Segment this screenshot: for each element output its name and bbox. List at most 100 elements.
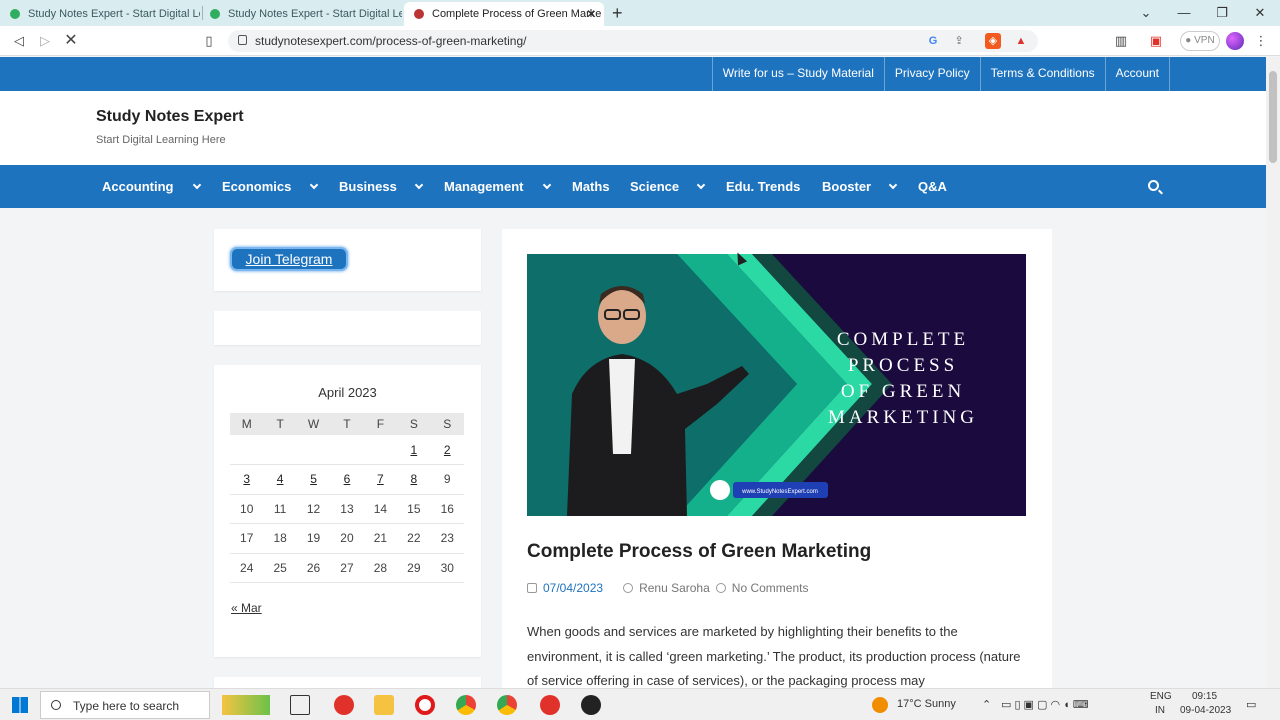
nav-science[interactable]: Science — [630, 165, 679, 208]
brave-browser-icon[interactable] — [334, 695, 354, 715]
address-bar[interactable]: studynotesexpert.com/process-of-green-ma… — [228, 30, 1038, 52]
chrome-icon[interactable] — [497, 695, 517, 715]
task-view-icon[interactable] — [290, 695, 310, 715]
calendar-day: 13 — [330, 494, 364, 524]
brave-browser-icon[interactable] — [540, 695, 560, 715]
calendar-day-link[interactable]: 7 — [363, 464, 398, 495]
calendar-day-link[interactable]: 1 — [397, 435, 431, 465]
clock-time[interactable]: 09:15 — [1192, 691, 1217, 702]
notifications-icon[interactable]: ▭ — [1246, 698, 1256, 711]
chevron-down-icon[interactable] — [542, 180, 552, 190]
stop-loading-icon[interactable]: ✕ — [60, 30, 82, 52]
calendar-day-link[interactable]: 3 — [230, 464, 264, 495]
nav-economics[interactable]: Economics — [222, 165, 291, 208]
post-title[interactable]: Complete Process of Green Marketing — [527, 541, 871, 563]
chevron-down-icon[interactable] — [696, 180, 706, 190]
maximize-icon[interactable]: ❐ — [1202, 0, 1242, 26]
page-scrollbar[interactable] — [1266, 57, 1280, 688]
calendar-day-link[interactable]: 2 — [430, 435, 464, 465]
site-favicon-icon — [10, 9, 20, 19]
chrome-icon[interactable] — [456, 695, 476, 715]
nav-management[interactable]: Management — [444, 165, 523, 208]
brave-shield-icon[interactable]: ◈ — [985, 33, 1001, 49]
profile-avatar[interactable] — [1226, 32, 1244, 50]
featured-image[interactable]: www.StudyNotesExpert.com COMPLETE PROCES… — [527, 254, 1026, 516]
recorder-icon[interactable] — [581, 695, 601, 715]
nav-booster[interactable]: Booster — [822, 165, 871, 208]
chevron-up-icon[interactable]: ⌃ — [982, 698, 991, 711]
top-bar: Write for us – Study Material Privacy Po… — [0, 57, 1266, 91]
join-telegram-button[interactable]: Join Telegram — [230, 247, 348, 271]
calendar-day: 11 — [263, 494, 297, 524]
wallet-icon[interactable]: ▣ — [1145, 30, 1167, 52]
vpn-label: VPN — [1194, 35, 1215, 46]
windows-start-icon[interactable] — [12, 697, 28, 713]
close-tab-icon[interactable]: ✕ — [586, 7, 596, 21]
comments-icon — [715, 583, 726, 593]
taskbar-search-box[interactable]: Type here to search — [40, 691, 210, 719]
top-link-privacy-policy[interactable]: Privacy Policy — [883, 57, 980, 91]
nav-business[interactable]: Business — [339, 165, 397, 208]
author-icon — [623, 583, 634, 593]
nav-maths[interactable]: Maths — [572, 165, 610, 208]
tab-search-icon[interactable]: ⌄ — [1126, 0, 1166, 26]
site-title[interactable]: Study Notes Expert — [96, 108, 244, 126]
chevron-down-icon[interactable] — [888, 180, 898, 190]
clock-date[interactable]: 09-04-2023 — [1180, 705, 1231, 716]
back-icon[interactable]: ◁ — [8, 30, 30, 52]
chevron-down-icon[interactable] — [309, 180, 319, 190]
close-window-icon[interactable]: ✕ — [1240, 0, 1280, 26]
top-link-terms[interactable]: Terms & Conditions — [979, 57, 1105, 91]
forward-icon[interactable]: ▷ — [34, 30, 56, 52]
calendar-day-link[interactable]: 5 — [296, 464, 331, 495]
scrollbar-thumb[interactable] — [1269, 71, 1277, 163]
browser-tab[interactable]: Study Notes Expert - Start Digital Lear — [200, 2, 402, 26]
browser-toolbar: ◁ ▷ ✕ ▯ studynotesexpert.com/process-of-… — [0, 26, 1280, 56]
nav-edu-trends[interactable]: Edu. Trends — [726, 165, 800, 208]
chevron-down-icon[interactable] — [414, 180, 424, 190]
calendar-day: 26 — [296, 553, 331, 583]
top-link-account[interactable]: Account — [1104, 57, 1170, 91]
calendar-day: 30 — [430, 553, 464, 583]
brave-rewards-icon[interactable]: ▲ — [1013, 33, 1029, 49]
language-indicator[interactable]: ENG — [1150, 691, 1172, 702]
post-date[interactable]: 07/04/2023 — [543, 581, 603, 595]
minimize-icon[interactable]: — — [1164, 0, 1204, 26]
region-indicator[interactable]: IN — [1155, 705, 1165, 716]
featured-image-title-line: COMPLETE — [837, 329, 969, 350]
browser-tab-active[interactable]: Complete Process of Green Marke ✕ — [404, 2, 604, 26]
chevron-down-icon[interactable] — [192, 180, 202, 190]
post-comments-link[interactable]: No Comments — [732, 581, 809, 595]
search-icon[interactable] — [1148, 180, 1159, 191]
share-icon[interactable]: ⇪ — [951, 33, 967, 49]
menu-icon[interactable]: ⋮ — [1250, 30, 1272, 52]
url-text[interactable]: studynotesexpert.com/process-of-green-ma… — [255, 34, 526, 48]
file-explorer-icon[interactable] — [374, 695, 394, 715]
weekday-header: F — [363, 413, 398, 435]
calendar-day-link[interactable]: 6 — [330, 464, 364, 495]
google-icon[interactable]: G — [925, 33, 941, 49]
sidebar-toggle-icon[interactable]: ▥ — [1110, 30, 1132, 52]
weekday-header: S — [430, 413, 464, 435]
post-author[interactable]: Renu Saroha — [639, 581, 710, 595]
new-tab-icon[interactable]: + — [612, 2, 623, 24]
nav-qa[interactable]: Q&A — [918, 165, 947, 208]
post-excerpt: When goods and services are marketed by … — [527, 624, 1021, 688]
browser-window: { "browser": { "tabs": [ {"title": "Stud… — [0, 0, 1280, 720]
vpn-button[interactable]: ● VPN — [1180, 31, 1220, 51]
weather-text[interactable]: 17°C Sunny — [897, 698, 956, 710]
browser-tab[interactable]: Study Notes Expert - Start Digital Lear — [0, 2, 200, 26]
tray-icons[interactable]: ▭ ▯ ▣ ▢ ◠ ◖ ⌨ — [1001, 698, 1089, 711]
featured-image-title-line: MARKETING — [828, 407, 978, 428]
bookmark-icon[interactable]: ▯ — [198, 30, 220, 52]
top-link-write-for-us[interactable]: Write for us – Study Material — [711, 57, 884, 91]
search-highlight-icon[interactable] — [222, 695, 270, 715]
lock-icon — [238, 35, 247, 45]
calendar-day-link[interactable]: 8 — [397, 464, 431, 495]
previous-month-link[interactable]: « Mar — [231, 601, 262, 615]
calendar-widget: April 2023 M T W T F S S 12 3456789 10 11… — [214, 365, 481, 657]
opera-icon[interactable] — [415, 695, 435, 715]
calendar-day-link[interactable]: 4 — [263, 464, 297, 495]
nav-accounting[interactable]: Accounting — [102, 165, 174, 208]
calendar-day: 24 — [230, 553, 264, 583]
